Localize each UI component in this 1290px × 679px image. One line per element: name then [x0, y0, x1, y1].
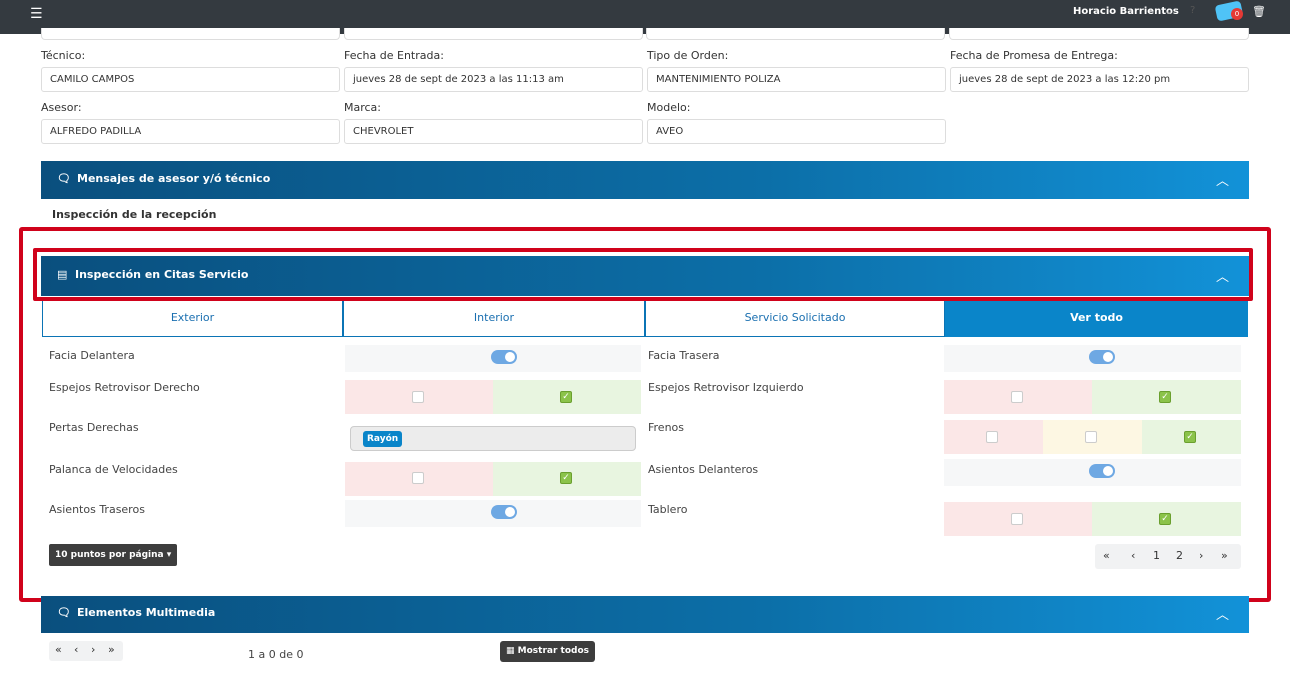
show-all-button[interactable]: ▦ Mostrar todos — [500, 641, 595, 662]
inspeccion-recepcion-title: Inspección de la recepción — [52, 208, 217, 221]
grid-icon: ▦ — [506, 646, 518, 656]
tipo-orden-field[interactable]: MANTENIMIENTO POLIZA — [647, 67, 946, 92]
help-icon[interactable]: ? — [1190, 5, 1195, 16]
mensajes-title: Mensajes de asesor y/ó técnico — [77, 172, 271, 185]
next-page-button[interactable]: › — [91, 643, 95, 656]
chevron-up-icon[interactable]: ︿ — [1216, 170, 1229, 189]
marca-field[interactable]: CHEVROLET — [344, 119, 643, 144]
marca-label: Marca: — [344, 101, 382, 114]
asesor-label: Asesor: — [41, 101, 82, 114]
comments-icon: 🗨 — [57, 606, 71, 619]
tipo-orden-label: Tipo de Orden: — [647, 49, 729, 62]
notification-badge: 0 — [1231, 8, 1243, 20]
tecnico-label: Técnico: — [41, 49, 86, 62]
asesor-field[interactable]: ALFREDO PADILLA — [41, 119, 340, 144]
input-stub — [646, 28, 945, 40]
first-page-button[interactable]: « — [55, 643, 62, 656]
prev-page-button[interactable]: ‹ — [74, 643, 78, 656]
mensajes-section-header[interactable]: 🗨 Mensajes de asesor y/ó técnico ︿ — [41, 161, 1249, 199]
modelo-label: Modelo: — [647, 101, 691, 114]
hamburger-icon[interactable]: ☰ — [30, 6, 43, 22]
chevron-down-icon[interactable]: ⌄ — [1165, 6, 1173, 17]
fecha-promesa-field[interactable]: jueves 28 de sept de 2023 a las 12:20 pm — [950, 67, 1249, 92]
modelo-field[interactable]: AVEO — [647, 119, 946, 144]
results-count: 1 a 0 de 0 — [248, 648, 304, 661]
multimedia-title: Elementos Multimedia — [77, 606, 216, 619]
fecha-entrada-field[interactable]: jueves 28 de sept de 2023 a las 11:13 am — [344, 67, 643, 92]
highlight-header-box — [33, 248, 1253, 301]
input-stub — [344, 28, 643, 40]
multimedia-section-header[interactable]: 🗨 Elementos Multimedia ︿ — [41, 596, 1249, 633]
fecha-promesa-label: Fecha de Promesa de Entrega: — [950, 49, 1118, 62]
last-page-button[interactable]: » — [108, 643, 115, 656]
trash-icon[interactable]: 🗑 — [1252, 5, 1266, 18]
chevron-up-icon[interactable]: ︿ — [1216, 604, 1229, 623]
fecha-entrada-label: Fecha de Entrada: — [344, 49, 444, 62]
multimedia-pagination: « ‹ › » — [49, 641, 123, 661]
show-all-label: Mostrar todos — [517, 646, 589, 656]
input-stub — [949, 28, 1249, 40]
input-stub — [41, 28, 340, 40]
comments-icon: 🗨 — [57, 172, 71, 185]
tecnico-field[interactable]: CAMILO CAMPOS — [41, 67, 340, 92]
user-menu[interactable]: Horacio Barrientos — [1073, 6, 1179, 17]
